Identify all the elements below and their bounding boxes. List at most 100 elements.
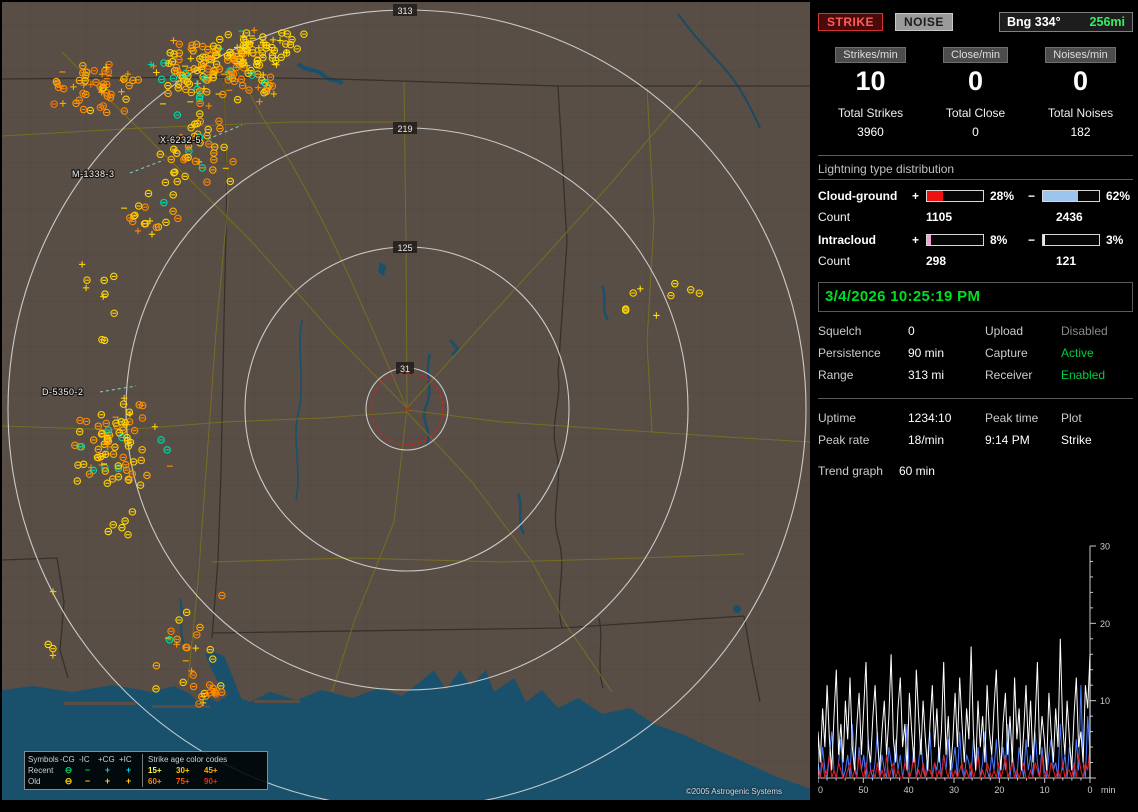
age-code: 60+ [148, 777, 162, 786]
ring-label: 313 [397, 6, 412, 16]
grid-cell: Disabled [1061, 324, 1108, 338]
count-label: Count [818, 210, 851, 224]
status-grid: Squelch 0 Upload Disabled Persistence 90 min C… [818, 324, 1133, 382]
x-tick-label: 30 [949, 785, 959, 795]
rate-badge: Noises/min [1045, 47, 1116, 63]
distribution-type-label: Intracloud [818, 233, 877, 247]
distribution-row: Intracloud +8% − 3% [818, 233, 1133, 247]
plus-sign: + [912, 189, 920, 203]
x-tick-label: 10 [1040, 785, 1050, 795]
positive-bar-fill [927, 191, 943, 201]
trend-graph-header: Trend graph 60 min [818, 464, 1133, 478]
rate-column-noises-min: Noises/min 0 Total Noises 182 [1028, 47, 1133, 139]
rate-badge: Close/min [943, 47, 1008, 63]
plus-icon: + [125, 776, 132, 786]
trend-graph-label: Trend graph [818, 464, 883, 478]
strike-indicator-button[interactable]: STRIKE [818, 13, 884, 31]
clock: 3/4/2026 10:25:19 PM [825, 288, 981, 305]
x-tick-label: 40 [904, 785, 914, 795]
age-code: 75+ [176, 777, 190, 786]
age-code: 15+ [148, 766, 162, 775]
grid-cell: 9:14 PM [985, 433, 1030, 447]
grid-cell: 313 mi [908, 368, 945, 382]
legend-col-+IC: +IC [119, 755, 132, 764]
divider [818, 398, 1133, 399]
circle-minus-icon: ⊖ [64, 765, 73, 775]
count-label: Count [818, 254, 851, 268]
total-value: 0 [972, 125, 979, 139]
grid-cell: 18/min [908, 433, 945, 447]
ring-label: 125 [397, 243, 412, 253]
grid-cell: Squelch [818, 324, 862, 338]
clock-box: 3/4/2026 10:25:19 PM [818, 282, 1133, 312]
grid-cell: Upload [985, 324, 1024, 338]
plus-icon: + [125, 765, 132, 775]
distribution-type-label: Cloud-ground [818, 189, 898, 203]
grid-cell: Capture [985, 346, 1028, 360]
storm-cell-label: D-5350-2 [42, 387, 84, 397]
distribution-count-row: Count 1105 2436 [818, 210, 1133, 224]
lightning-map[interactable]: 31 125 219 313 X-6232-5 M-1338-3 D-5350-2 Sym… [2, 2, 810, 800]
grid-cell: Range [818, 368, 854, 382]
noise-indicator-button[interactable]: NOISE [895, 13, 953, 31]
positive-percent: 28% [990, 189, 1015, 203]
bearing-range: 256mi [1089, 15, 1125, 29]
grid-cell: 90 min [908, 346, 945, 360]
total-value: 3960 [857, 125, 884, 139]
distribution-rows: Cloud-ground +28% −62% Count 1105 2436 Intracl… [818, 189, 1133, 268]
trend-chart: 10 20 30 60 50 40 30 20 10 0 min [813, 538, 1136, 803]
uptime-grid: Uptime 1234:10 Peak time Plot Peak rate 18/mi… [818, 411, 1133, 447]
x-tick-label: 60 [818, 785, 823, 795]
grid-cell: Peak time [985, 411, 1039, 425]
total-label: Total Strikes [837, 106, 904, 120]
trend-graph-window: 60 min [898, 464, 935, 478]
grid-cell: Active [1061, 346, 1094, 360]
rate-badge: Strikes/min [835, 47, 906, 63]
circle-minus-icon: ⊖ [64, 776, 73, 786]
storm-cell-label: M-1338-3 [72, 169, 115, 179]
map-canvas: 31125219313 X-6232-5M-1338-3D-5350-2 [2, 2, 810, 800]
map-legend: Symbols -CG -IC +CG +IC Recent ⊖ − + + Old ⊖ − + + Str… [24, 751, 268, 790]
negative-bar-fill [1043, 235, 1045, 245]
grid-cell: Receiver [985, 368, 1033, 382]
legend-row-label: Recent [28, 766, 54, 775]
x-axis-unit: min [1101, 785, 1116, 795]
divider [818, 155, 1133, 156]
total-label: Total Noises [1047, 106, 1114, 120]
x-tick-label: 0 [1087, 785, 1092, 795]
age-code: 45+ [204, 766, 218, 775]
minus-icon: − [84, 765, 91, 775]
positive-count: 1105 [926, 210, 953, 224]
total-label: Total Close [945, 106, 1006, 120]
negative-percent: 62% [1106, 189, 1131, 203]
positive-bar [926, 234, 984, 246]
app-window: 31 125 219 313 X-6232-5 M-1338-3 D-5350-2 Sym… [0, 0, 1138, 812]
distribution-count-row: Count 298 121 [818, 254, 1133, 268]
positive-bar [926, 190, 984, 202]
ring-label: 219 [397, 124, 412, 134]
negative-bar [1042, 190, 1100, 202]
grid-cell: Enabled [1061, 368, 1106, 382]
x-tick-label: 50 [858, 785, 868, 795]
positive-percent: 8% [990, 233, 1008, 247]
legend-col-+CG: +CG [98, 755, 115, 764]
minus-sign: − [1028, 233, 1036, 247]
positive-bar-fill [927, 235, 932, 245]
plus-sign: + [912, 233, 920, 247]
plus-icon: + [104, 776, 111, 786]
age-codes-title: Strike age color codes [148, 755, 228, 764]
receiver-marker [405, 407, 409, 411]
legend-col--CG: -CG [60, 755, 75, 764]
storm-cell-label: X-6232-5 [160, 135, 201, 145]
rate-value: 10 [855, 66, 886, 96]
rate-value: 0 [967, 66, 984, 96]
positive-count: 298 [926, 254, 947, 268]
age-code: 90+ [204, 777, 218, 786]
grid-cell: Persistence [818, 346, 881, 360]
legend-col--IC: -IC [79, 755, 90, 764]
copyright-text: ©2005 Astrogenic Systems [685, 787, 782, 796]
status-panel: STRIKE NOISE Bng 334° 256mi Strikes/min 1… [812, 0, 1138, 812]
age-code: 30+ [176, 766, 190, 775]
total-value: 182 [1070, 125, 1091, 139]
minus-sign: − [1028, 189, 1036, 203]
